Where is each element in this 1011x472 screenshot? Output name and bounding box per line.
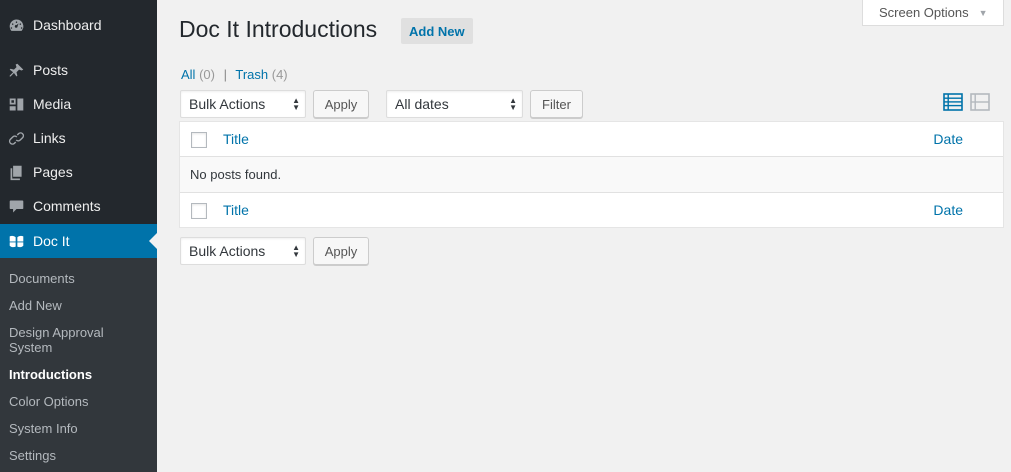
menu-item-pages[interactable]: Pages [0,155,157,189]
filter-button[interactable]: Filter [530,90,583,118]
column-date-header[interactable]: Date [933,131,963,147]
view-all-count: (0) [199,67,215,82]
bulk-actions-select-top[interactable]: Bulk Actions ▲ ▼ [180,90,306,118]
menu-item-dashboard[interactable]: Dashboard [0,8,157,42]
add-new-button[interactable]: Add New [401,18,473,44]
caret-down-icon: ▼ [978,7,988,18]
menu-label: Media [33,96,72,112]
view-separator: | [223,67,227,82]
menu-item-comments[interactable]: Comments [0,189,157,223]
submenu-item-settings[interactable]: Settings [9,448,149,463]
apply-button-bottom[interactable]: Apply [313,237,369,265]
table-footer-row: Title Date [180,193,1003,228]
submenu-item-system-info[interactable]: System Info [9,421,149,436]
menu-item-doc-it[interactable]: Doc It [0,224,157,258]
docit-icon [7,232,25,250]
view-trash-link[interactable]: Trash [235,67,268,82]
select-all-checkbox[interactable] [191,132,207,148]
dashboard-icon [7,16,25,34]
dates-filter-select[interactable]: All dates ▲ ▼ [386,90,523,118]
view-filters: All (0) | Trash (4) [181,67,288,82]
select-caret-icon: ▲ ▼ [509,96,517,112]
bulk-actions-select-bottom[interactable]: Bulk Actions ▲ ▼ [180,237,306,265]
menu-label: Doc It [33,233,70,249]
pin-icon [7,61,25,79]
comment-icon [7,197,25,215]
submenu-item-introductions[interactable]: Introductions [9,367,149,382]
view-all-link[interactable]: All [181,67,195,82]
posts-table: Title Date No posts found. Title Date [179,121,1004,228]
select-caret-icon: ▲ ▼ [292,243,300,259]
column-date-footer[interactable]: Date [933,202,963,218]
link-icon [7,129,25,147]
view-trash-count: (4) [271,67,288,82]
menu-label: Pages [33,164,73,180]
column-title-footer[interactable]: Title [223,202,249,218]
table-header-row: Title Date [180,122,1003,157]
select-all-checkbox-footer[interactable] [191,203,207,219]
dates-filter-value: All dates [395,96,449,112]
menu-label: Posts [33,62,69,78]
media-icon [7,95,25,113]
bulk-actions-value: Bulk Actions [189,96,266,112]
page-title: Doc It Introductions [179,16,378,42]
menu-item-media[interactable]: Media [0,87,157,121]
submenu-item-color-options[interactable]: Color Options [9,394,149,409]
pages-icon [7,163,25,181]
main-content: Screen Options ▼ Doc It Introductions Ad… [157,0,1011,472]
screen-options-button[interactable]: Screen Options ▼ [862,0,1004,26]
bulk-actions-value: Bulk Actions [189,243,266,259]
menu-item-posts[interactable]: Posts [0,53,157,87]
menu-label: Links [33,130,66,146]
menu-item-links[interactable]: Links [0,121,157,155]
screen-options-label: Screen Options [879,5,969,20]
no-posts-message: No posts found. [190,167,282,182]
admin-sidebar: Dashboard Posts Media Links Pages Commen… [0,0,157,472]
menu-label: Comments [33,198,101,214]
submenu: Documents Add New Design Approval System… [0,258,157,472]
menu-label: Dashboard [33,17,102,33]
submenu-item-design-approval-system[interactable]: Design Approval System [9,325,119,355]
list-view-icon[interactable] [943,92,963,112]
table-row: No posts found. [180,157,1003,193]
column-title-header[interactable]: Title [223,131,249,147]
apply-button-top[interactable]: Apply [313,90,369,118]
excerpt-view-icon[interactable] [970,92,990,112]
submenu-item-add-new[interactable]: Add New [9,298,149,313]
submenu-item-documents[interactable]: Documents [9,271,149,286]
select-caret-icon: ▲ ▼ [292,96,300,112]
